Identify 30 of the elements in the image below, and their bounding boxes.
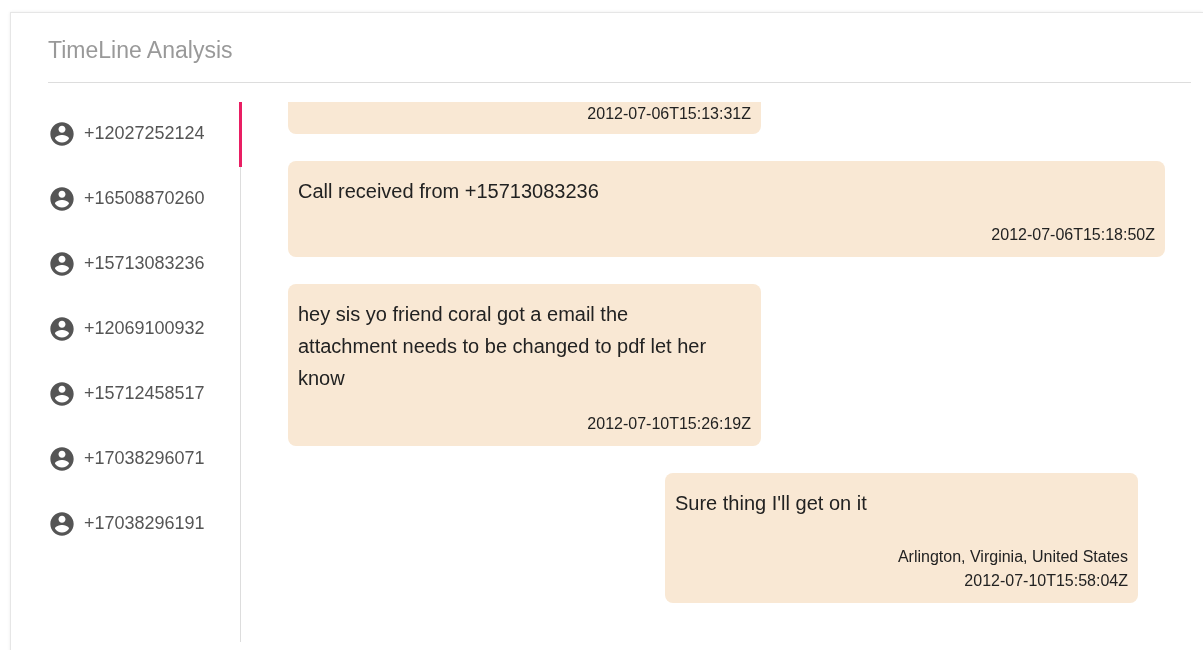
contact-tab[interactable]: +12027252124: [48, 102, 242, 167]
contact-tab[interactable]: +15713083236: [48, 232, 242, 297]
phone-number: +15712458517: [84, 383, 205, 404]
contact-tab[interactable]: +15712458517: [48, 362, 242, 427]
phone-number: +16508870260: [84, 188, 205, 209]
message-timestamp: 2012-07-10T15:26:19Z: [586, 414, 751, 434]
person-icon: [48, 509, 76, 538]
message-text: Sure thing I'll get on it: [675, 491, 868, 516]
contact-tab[interactable]: +17038296071: [48, 427, 242, 492]
message-text: Call received from +15713083236: [298, 179, 600, 204]
person-icon: [48, 379, 76, 408]
message-timestamp: 2012-07-06T15:18:50Z: [990, 225, 1155, 245]
message-location: Arlington, Virginia, United States: [896, 547, 1128, 567]
message-timestamp: 2012-07-10T15:58:04Z: [963, 571, 1128, 591]
person-icon: [48, 249, 76, 278]
person-icon: [48, 119, 76, 148]
message-text: hey sis yo friend coral got a email the attachment needs to be changed to pdf let her know: [298, 302, 708, 391]
contact-tab[interactable]: +16508870260: [48, 167, 242, 232]
contact-tab[interactable]: +17038296191: [48, 492, 242, 557]
phone-number: +15713083236: [84, 253, 205, 274]
phone-number: +12069100932: [84, 318, 205, 339]
message-timestamp: 2012-07-06T15:13:31Z: [586, 104, 751, 124]
person-icon: [48, 184, 76, 213]
phone-number: +12027252124: [84, 123, 205, 144]
person-icon: [48, 444, 76, 473]
page-title: TimeLine Analysis: [48, 13, 1191, 83]
contact-tab[interactable]: +12069100932: [48, 297, 242, 362]
phone-number: +17038296191: [84, 513, 205, 534]
phone-number: +17038296071: [84, 448, 205, 469]
person-icon: [48, 314, 76, 343]
